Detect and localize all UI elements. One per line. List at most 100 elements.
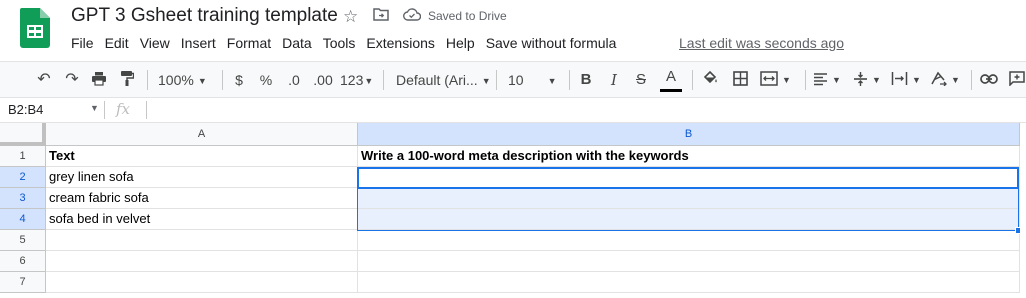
- cell-b1[interactable]: Write a 100-word meta description with t…: [358, 146, 1020, 167]
- print-icon[interactable]: [89, 70, 109, 90]
- toolbar-separator: [383, 70, 384, 90]
- menu-edit[interactable]: Edit: [105, 34, 129, 54]
- text-wrap-icon: [891, 72, 908, 85]
- redo-icon[interactable]: ↷: [62, 70, 82, 90]
- text-rotation-button[interactable]: ▼: [930, 70, 966, 90]
- borders-icon[interactable]: [731, 70, 749, 90]
- document-title[interactable]: GPT 3 Gsheet training template: [71, 5, 338, 27]
- cell-b7[interactable]: [358, 272, 1020, 293]
- cell-a1[interactable]: Text: [46, 146, 358, 167]
- menu-format[interactable]: Format: [227, 34, 271, 54]
- cell-a2[interactable]: grey linen sofa: [46, 167, 358, 188]
- toolbar-separator: [971, 70, 972, 90]
- toolbar-separator: [222, 70, 223, 90]
- row-header[interactable]: 6: [0, 251, 46, 272]
- cell-b2[interactable]: [358, 167, 1020, 188]
- text-color-button[interactable]: A: [661, 67, 681, 87]
- cell-a3[interactable]: cream fabric sofa: [46, 188, 358, 209]
- column-header-a[interactable]: A: [46, 123, 358, 146]
- cell-b4[interactable]: [358, 209, 1020, 230]
- vertical-align-button[interactable]: ▼: [853, 70, 887, 90]
- column-header-b[interactable]: B: [358, 123, 1020, 146]
- move-folder-icon[interactable]: [373, 7, 389, 27]
- chevron-down-icon: ▼: [197, 76, 207, 86]
- paint-format-icon[interactable]: [117, 70, 137, 90]
- horizontal-align-button[interactable]: ▼: [813, 70, 847, 90]
- vertical-align-icon: [854, 72, 867, 86]
- cell-a6[interactable]: [46, 251, 358, 272]
- menu-extensions[interactable]: Extensions: [366, 34, 434, 54]
- insert-comment-icon[interactable]: [1008, 70, 1026, 90]
- chevron-down-icon: ▼: [832, 75, 841, 85]
- text-wrapping-button[interactable]: ▼: [891, 70, 925, 90]
- cell-a7[interactable]: [46, 272, 358, 293]
- vertical-scrollbar[interactable]: [1020, 123, 1026, 298]
- chevron-down-icon: ▼: [912, 75, 921, 85]
- strikethrough-button[interactable]: S: [633, 70, 649, 90]
- select-all-corner[interactable]: [0, 123, 46, 146]
- toolbar-separator: [147, 70, 148, 90]
- cloud-saved-icon[interactable]: [403, 7, 422, 27]
- menu-bar: File Edit View Insert Format Data Tools …: [71, 34, 627, 54]
- chevron-down-icon[interactable]: ▼: [90, 103, 99, 113]
- align-left-icon: [814, 73, 827, 86]
- toolbar: ↶ ↷ 100% ▼ $ % .0 .00 123▼ Default (Ari..…: [0, 62, 1026, 97]
- cell-b5[interactable]: [358, 230, 1020, 251]
- row-header[interactable]: 3: [0, 188, 46, 209]
- decrease-decimal-button[interactable]: .0: [284, 70, 304, 90]
- merge-cells-button[interactable]: ▼: [760, 70, 798, 90]
- merge-cells-icon: [760, 71, 778, 86]
- italic-button[interactable]: I: [606, 70, 622, 90]
- font-family-select[interactable]: Default (Ari... ▼: [396, 70, 491, 90]
- row-header[interactable]: 2: [0, 167, 46, 188]
- percent-format-button[interactable]: %: [257, 70, 275, 90]
- zoom-select[interactable]: 100% ▼: [158, 70, 214, 90]
- toolbar-separator: [496, 70, 497, 90]
- more-formats-label: 123: [340, 72, 364, 88]
- fill-color-icon[interactable]: [701, 70, 719, 90]
- row-header[interactable]: 7: [0, 272, 46, 293]
- menu-view[interactable]: View: [140, 34, 170, 54]
- insert-link-icon[interactable]: [979, 70, 999, 90]
- menu-file[interactable]: File: [71, 34, 94, 54]
- chevron-down-icon: ▼: [951, 75, 960, 85]
- star-icon[interactable]: ☆: [343, 7, 358, 27]
- menu-tools[interactable]: Tools: [323, 34, 356, 54]
- chevron-down-icon: ▼: [364, 76, 374, 86]
- formula-input[interactable]: [152, 102, 1012, 120]
- row-header[interactable]: 5: [0, 230, 46, 251]
- chevron-down-icon: ▼: [547, 76, 557, 86]
- undo-icon[interactable]: ↶: [34, 70, 54, 90]
- formula-bar: B2:B4 ▼ fx: [0, 97, 1026, 123]
- cell-a5[interactable]: [46, 230, 358, 251]
- text-rotation-icon: [931, 71, 947, 87]
- currency-format-button[interactable]: $: [230, 70, 248, 90]
- cell-a4[interactable]: sofa bed in velvet: [46, 209, 358, 230]
- text-color-swatch: [660, 89, 682, 92]
- bold-button[interactable]: B: [578, 70, 594, 90]
- more-formats-select[interactable]: 123▼: [340, 70, 374, 90]
- sheets-logo-icon[interactable]: [20, 8, 50, 48]
- toolbar-separator: [569, 70, 570, 90]
- fx-icon: fx: [116, 100, 131, 118]
- chevron-down-icon: ▼: [782, 75, 791, 85]
- last-edit-link[interactable]: Last edit was seconds ago: [679, 35, 844, 51]
- menu-data[interactable]: Data: [282, 34, 312, 54]
- cell-b6[interactable]: [358, 251, 1020, 272]
- name-box[interactable]: B2:B4: [8, 102, 43, 117]
- menu-help[interactable]: Help: [446, 34, 475, 54]
- menu-save-without-formula[interactable]: Save without formula: [486, 34, 617, 54]
- font-size-select[interactable]: 10 ▼: [508, 70, 564, 90]
- saved-status: Saved to Drive: [428, 9, 507, 23]
- font-family-value: Default (Ari...: [396, 72, 478, 88]
- spreadsheet-grid: A B 1 Text Write a 100-word meta descrip…: [0, 123, 1026, 298]
- chevron-down-icon: ▼: [872, 75, 881, 85]
- menu-insert[interactable]: Insert: [181, 34, 216, 54]
- row-header[interactable]: 1: [0, 146, 46, 167]
- chevron-down-icon: ▼: [481, 76, 491, 86]
- row-header[interactable]: 4: [0, 209, 46, 230]
- increase-decimal-button[interactable]: .00: [311, 70, 335, 90]
- toolbar-separator: [805, 70, 806, 90]
- cell-b3[interactable]: [358, 188, 1020, 209]
- toolbar-separator: [692, 70, 693, 90]
